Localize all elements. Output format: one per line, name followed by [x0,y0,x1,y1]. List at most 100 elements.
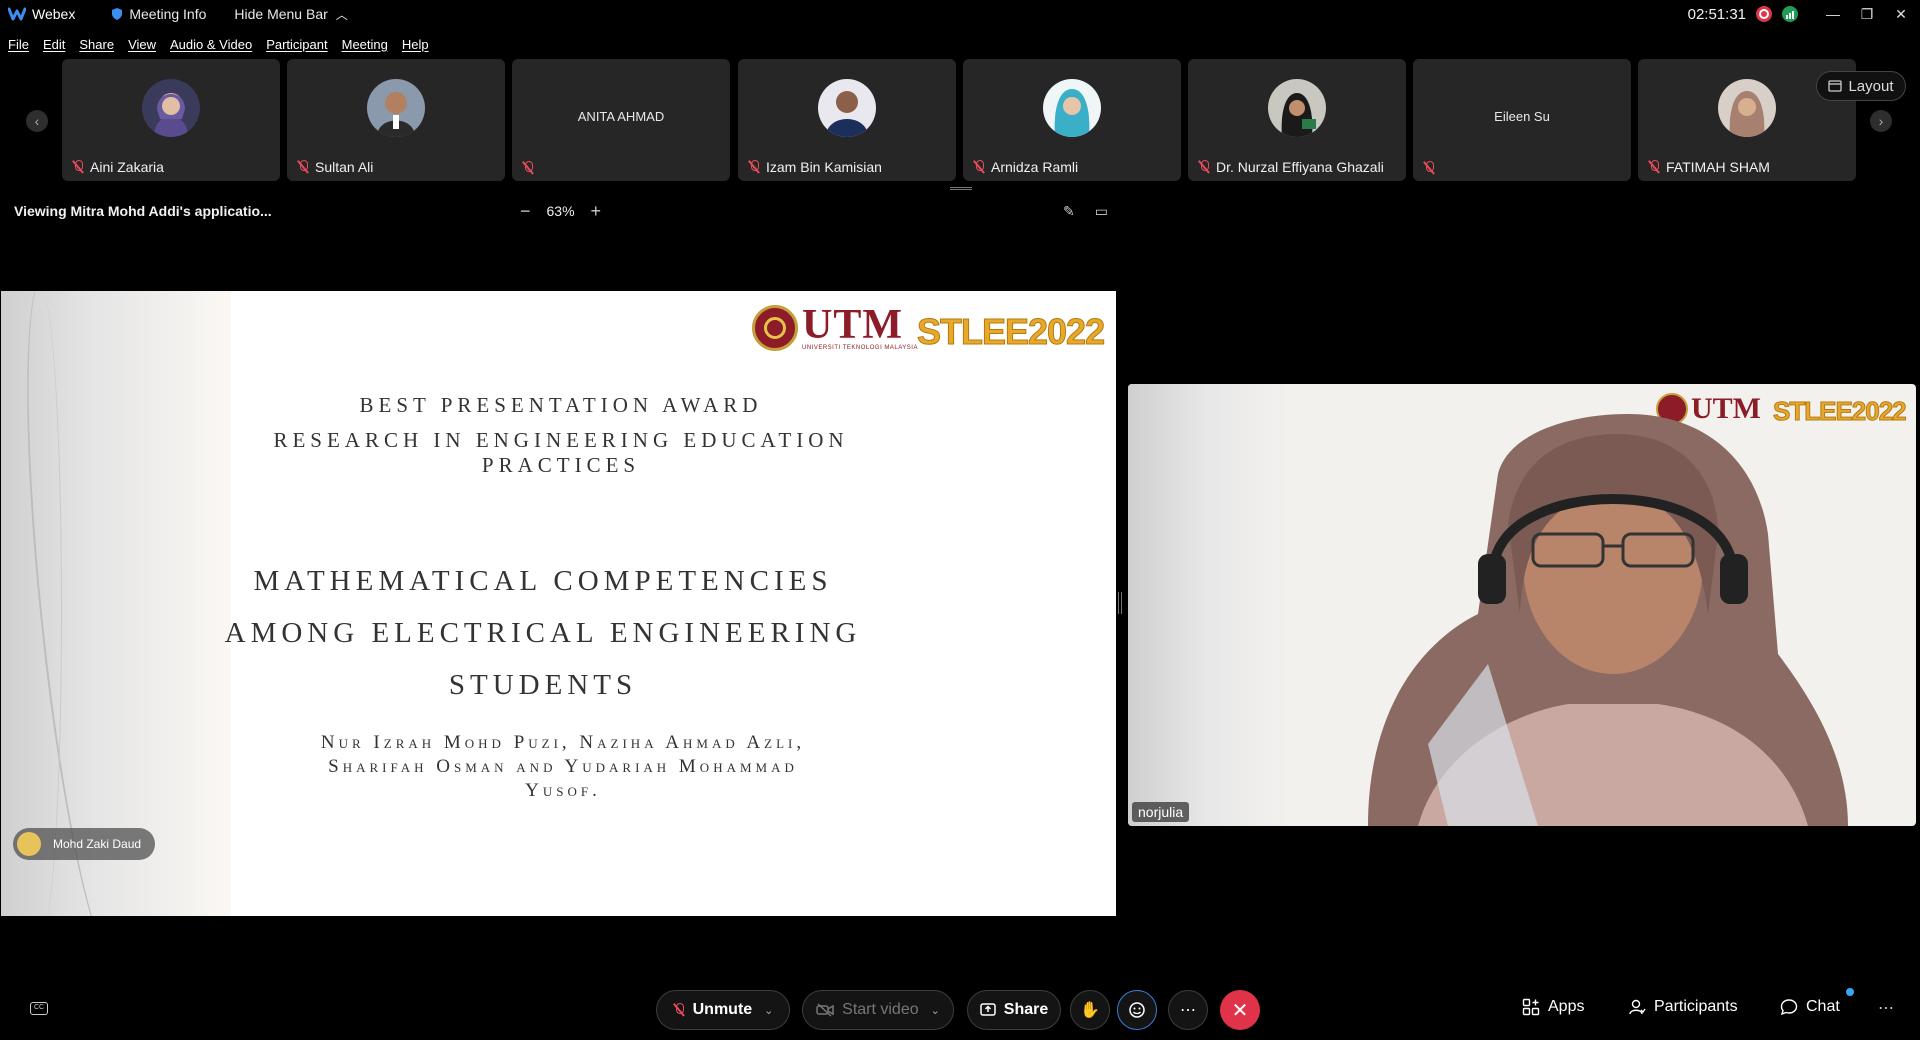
strip-next-button[interactable]: › [1870,110,1892,132]
participant-tile[interactable]: Eileen Su [1413,59,1631,181]
chevron-down-icon[interactable]: ⌄ [931,1004,940,1017]
start-video-label: Start video [842,1001,919,1018]
share-icon [980,1003,996,1016]
avatar [1043,79,1101,137]
raise-hand-icon: ✋ [1080,1002,1100,1019]
participant-tile[interactable]: Izam Bin Kamisian [738,59,956,181]
participant-tile[interactable]: Arnidza Ramli [963,59,1181,181]
more-options-button[interactable]: ⋯ [1168,990,1208,1030]
recording-icon[interactable] [1756,6,1772,22]
utm-seal-icon [752,305,798,351]
share-toolbar-icons: ✎ ▭ [1063,203,1108,220]
apps-button[interactable]: Apps [1522,998,1584,1016]
menu-audio-video[interactable]: Audio & Video [170,37,252,52]
zoom-level: 63% [546,203,575,219]
app-logo: Webex [8,6,75,22]
menu-view[interactable]: View [128,37,156,52]
meeting-clock: 02:51:31 [1687,5,1746,23]
authors: Nur Izrah Mohd Puzi, Naziha Ahmad Azli, … [243,731,883,803]
apps-label: Apps [1548,998,1585,1015]
pane-resize-handle[interactable] [1118,592,1122,614]
more-icon: ⋯ [1180,1002,1196,1019]
participant-tile[interactable]: Dr. Nurzal Effiyana Ghazali [1188,59,1406,181]
author-line: Yusof. [525,780,601,801]
utm-logo: UTM UNIVERSITI TEKNOLOGI MALAYSIA [752,302,918,351]
mic-muted-icon [973,160,985,174]
participant-tile[interactable]: Sultan Ali [287,59,505,181]
presentation-title: Mathematical Competencies among Electric… [223,555,863,711]
mic-muted-icon [297,160,309,174]
viewing-label: Viewing Mitra Mohd Addi's applicatio... [14,203,272,219]
stlee-logo: STLEE2022 [916,311,1105,353]
chat-button[interactable]: Chat [1780,998,1840,1016]
participants-button[interactable]: Participants [1628,998,1738,1016]
share-label: Share [1003,1001,1049,1018]
utm-wordmark: UTM [802,302,903,348]
webex-icon [8,7,26,21]
participant-tile[interactable]: ANITA AHMAD [512,59,730,181]
zoom-in-button[interactable]: + [591,201,602,222]
participant-name [522,161,534,175]
restore-icon[interactable]: ❐ [1852,0,1882,28]
video-background-texture [1128,384,1288,826]
layout-label: Layout [1848,77,1894,95]
video-off-icon [816,1003,834,1017]
more-panels-button[interactable]: ⋯ [1878,998,1894,1018]
title-bar-right: 02:51:31 — ❐ ✕ [1688,0,1920,28]
strip-resize-handle[interactable] [950,187,972,190]
mic-muted-icon [1648,160,1660,174]
mic-muted-icon [1423,161,1435,175]
hide-menu-bar-button[interactable]: Hide Menu Bar ︿ [234,6,347,23]
raise-hand-button[interactable]: ✋ [1070,990,1110,1030]
category-heading: Research in Engineering Education Practi… [273,428,849,477]
shield-icon [112,8,123,20]
menu-share[interactable]: Share [79,37,114,52]
menu-help[interactable]: Help [402,37,429,52]
chat-label: Chat [1806,998,1840,1015]
shared-slide: UTM UNIVERSITI TEKNOLOGI MALAYSIA STLEE2… [1,291,1116,916]
author-line: Nur Izrah Mohd Puzi, Naziha Ahmad Azli, [320,732,806,753]
author-line: Sharifah Osman and Yudariah Mohammad [328,756,798,777]
unmute-button[interactable]: Unmute ⌄ [656,990,790,1030]
chevron-down-icon[interactable]: ⌄ [764,1004,773,1017]
layout-icon [1828,80,1843,92]
active-video[interactable]: UTM STLEE2022 norjulia [1128,384,1916,826]
meeting-info-label: Meeting Info [129,6,207,22]
share-toolbar: Viewing Mitra Mohd Addi's applicatio... … [0,196,1116,226]
strip-prev-button[interactable]: ‹ [26,110,48,132]
menu-edit[interactable]: Edit [43,37,65,52]
slide-texture [1,291,231,916]
menu-bar: File Edit Share View Audio & Video Parti… [0,34,435,54]
mic-muted-icon [522,161,534,175]
avatar [142,79,200,137]
zoom-out-button[interactable]: − [520,201,531,222]
start-video-button[interactable]: Start video ⌄ [802,990,954,1030]
chat-notification-dot [1846,988,1854,996]
participant-name: Arnidza Ramli [973,159,1078,175]
menu-meeting[interactable]: Meeting [342,37,388,52]
network-health-icon[interactable] [1782,6,1798,22]
participant-name: Dr. Nurzal Effiyana Ghazali [1198,159,1384,175]
reactions-button[interactable] [1117,990,1157,1030]
mic-muted-icon [72,160,84,174]
pop-out-icon[interactable]: ▭ [1095,203,1108,220]
avatar [367,79,425,137]
hide-menu-bar-label: Hide Menu Bar [234,6,328,22]
meeting-info-button[interactable]: Meeting Info [111,6,206,22]
annotate-icon[interactable]: ✎ [1063,203,1075,220]
title-line: Students [448,669,638,701]
participant-name: FATIMAH SHAM [1648,159,1770,175]
leave-meeting-button[interactable]: ✕ [1220,990,1260,1030]
share-button[interactable]: Share [967,990,1061,1030]
minimize-icon[interactable]: — [1818,0,1848,28]
menu-file[interactable]: File [8,37,29,52]
mic-muted-icon [673,1003,685,1017]
closed-captions-icon[interactable]: CC [30,1002,48,1015]
menu-participant[interactable]: Participant [266,37,327,52]
mic-muted-icon [748,160,760,174]
unmute-label: Unmute [692,1001,753,1018]
participant-tile[interactable]: Aini Zakaria [62,59,280,181]
utm-subtitle: UNIVERSITI TEKNOLOGI MALAYSIA [802,345,918,351]
layout-button[interactable]: Layout [1816,71,1906,101]
close-icon[interactable]: ✕ [1886,0,1916,28]
